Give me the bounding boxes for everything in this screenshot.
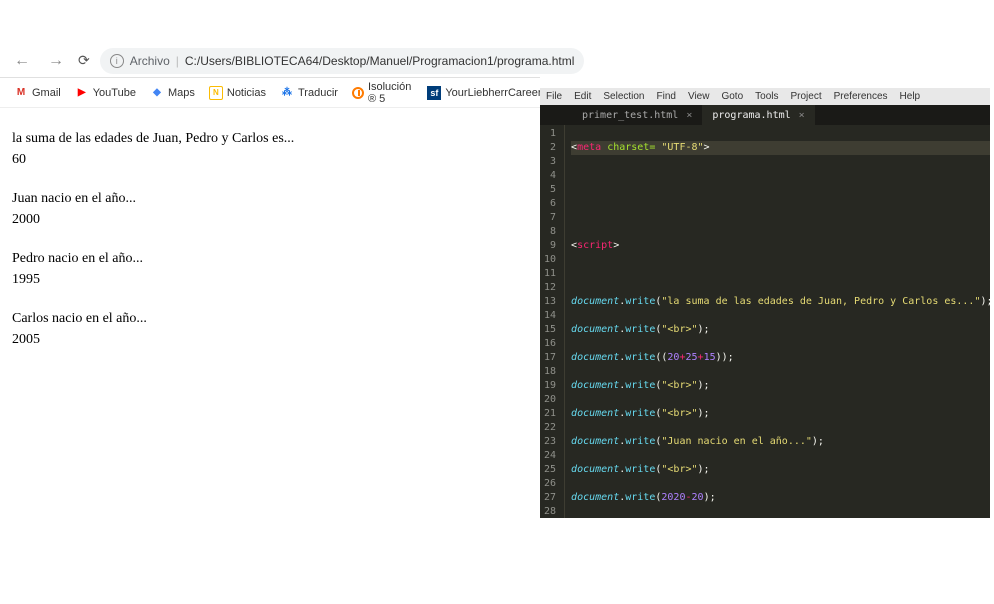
menu-help[interactable]: Help [900, 91, 921, 102]
bookmark-noticias[interactable]: N Noticias [209, 86, 266, 100]
bookmark-label: Noticias [227, 87, 266, 99]
menu-find[interactable]: Find [657, 91, 676, 102]
bookmark-label: Traducir [298, 87, 338, 99]
page-content: la suma de las edades de Juan, Pedro y C… [0, 108, 540, 388]
browser-toolbar: ← → ⟳ i Archivo | C:/Users/BIBLIOTECA64/… [0, 44, 540, 78]
menu-project[interactable]: Project [791, 91, 822, 102]
translate-icon: ⁂ [280, 86, 294, 100]
output-line: Juan nacio en el año... [12, 188, 528, 209]
news-icon: N [209, 86, 223, 100]
address-bar[interactable]: i Archivo | C:/Users/BIBLIOTECA64/Deskto… [100, 48, 585, 74]
editor-panel: File Edit Selection Find View Goto Tools… [540, 0, 994, 604]
editor-tab[interactable]: primer_test.html × [572, 105, 702, 125]
output-value: 2000 [12, 209, 528, 230]
line-gutter: 1234567891011121314151617181920212223242… [540, 125, 565, 518]
menu-selection[interactable]: Selection [603, 91, 644, 102]
bookmark-youtube[interactable]: ▶ YouTube [75, 86, 136, 100]
tab-label: programa.html [712, 110, 790, 121]
bookmark-liebherr[interactable]: sf YourLiebherrCareer:… [427, 86, 555, 100]
bookmark-maps[interactable]: ◆ Maps [150, 86, 195, 100]
bookmarks-bar: M Gmail ▶ YouTube ◆ Maps N Noticias ⁂ Tr… [0, 78, 540, 108]
editor-tab-bar: primer_test.html × programa.html × [540, 105, 990, 125]
back-button[interactable]: ← [10, 48, 34, 74]
code-content[interactable]: <meta charset= "UTF-8"> <script> documen… [565, 125, 990, 518]
menu-view[interactable]: View [688, 91, 710, 102]
browser-panel: ← → ⟳ i Archivo | C:/Users/BIBLIOTECA64/… [0, 0, 540, 604]
menu-file[interactable]: File [546, 91, 562, 102]
output-value: 60 [12, 149, 528, 170]
bookmark-traducir[interactable]: ⁂ Traducir [280, 86, 338, 100]
bookmark-isolucion[interactable]: Isolución ® 5 [352, 81, 413, 105]
code-area[interactable]: 1234567891011121314151617181920212223242… [540, 125, 990, 518]
forward-button[interactable]: → [44, 48, 68, 74]
page-info-icon[interactable]: i [110, 54, 124, 68]
bookmark-label: YouTube [93, 87, 136, 99]
output-value: 1995 [12, 269, 528, 290]
menu-edit[interactable]: Edit [574, 91, 591, 102]
sf-icon: sf [427, 86, 441, 100]
isolucion-icon [352, 86, 364, 100]
editor-menu-bar: File Edit Selection Find View Goto Tools… [540, 88, 990, 105]
address-label: Archivo [130, 54, 170, 68]
menu-preferences[interactable]: Preferences [834, 91, 888, 102]
youtube-icon: ▶ [75, 86, 89, 100]
output-line: la suma de las edades de Juan, Pedro y C… [12, 128, 528, 149]
reload-button[interactable]: ⟳ [78, 52, 90, 69]
gmail-icon: M [14, 86, 28, 100]
close-icon[interactable]: × [799, 110, 805, 121]
maps-icon: ◆ [150, 86, 164, 100]
address-separator: | [176, 54, 179, 68]
close-icon[interactable]: × [686, 110, 692, 121]
text-editor: File Edit Selection Find View Goto Tools… [540, 88, 990, 518]
menu-goto[interactable]: Goto [721, 91, 743, 102]
output-line: Carlos nacio en el año... [12, 308, 528, 329]
bookmark-label: Maps [168, 87, 195, 99]
tab-label: primer_test.html [582, 110, 678, 121]
bookmark-gmail[interactable]: M Gmail [14, 86, 61, 100]
output-value: 2005 [12, 329, 528, 350]
menu-tools[interactable]: Tools [755, 91, 778, 102]
editor-tab-active[interactable]: programa.html × [702, 105, 814, 125]
address-path: C:/Users/BIBLIOTECA64/Desktop/Manuel/Pro… [185, 54, 575, 68]
output-line: Pedro nacio en el año... [12, 248, 528, 269]
bookmark-label: Isolución ® 5 [368, 81, 413, 105]
bookmark-label: Gmail [32, 87, 61, 99]
